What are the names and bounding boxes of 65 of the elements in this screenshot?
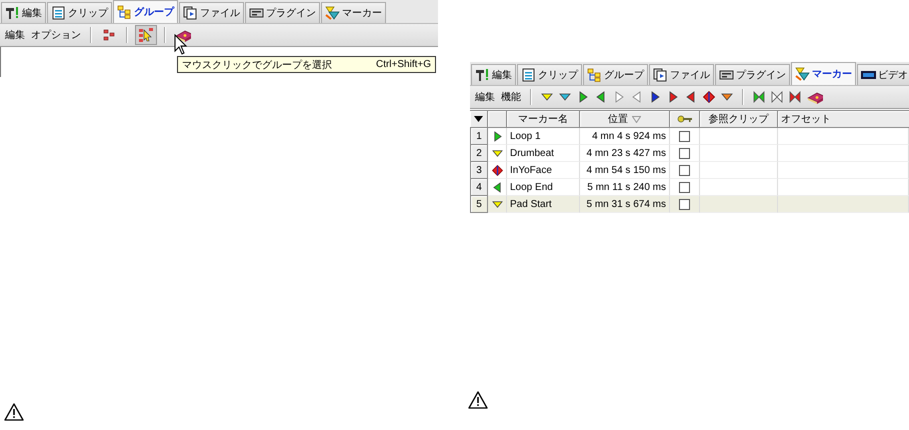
table-cell: Loop End xyxy=(507,179,580,196)
table-cell: Drumbeat xyxy=(507,145,580,162)
checkbox[interactable] xyxy=(679,182,690,192)
file-icon xyxy=(183,6,198,20)
tab[interactable]: 編集 xyxy=(1,2,46,23)
marker-icon xyxy=(795,67,810,81)
marker-icon xyxy=(325,6,340,20)
shortcut-text: Ctrl+Shift+G xyxy=(376,59,431,70)
hammer-icon xyxy=(475,68,490,82)
row-number[interactable]: 4 xyxy=(470,179,488,196)
cursor-icon xyxy=(174,34,188,56)
tab[interactable]: ファイル xyxy=(179,2,244,23)
sort-icon xyxy=(632,116,641,122)
tab[interactable]: 編集 xyxy=(471,64,516,85)
table-cell: InYoFace xyxy=(507,162,580,179)
table-cell: 4 mn 23 s 427 ms xyxy=(580,145,670,162)
row-number[interactable]: 1 xyxy=(470,128,488,145)
checkbox[interactable] xyxy=(679,164,690,176)
table-cell: 4 mn 54 s 150 ms xyxy=(580,162,670,179)
column-header[interactable] xyxy=(488,111,507,128)
column-header[interactable]: マーカー名 xyxy=(507,111,580,128)
table-cell: Loop 1 xyxy=(507,128,580,145)
tab[interactable]: マーカー xyxy=(321,2,386,23)
menu-item[interactable]: 機能 xyxy=(499,90,523,104)
tab[interactable]: プラグイン xyxy=(245,2,320,23)
row-number[interactable]: 5 xyxy=(470,196,488,213)
warning-icon xyxy=(4,403,24,421)
group-icon xyxy=(587,68,602,82)
group-icon xyxy=(117,5,132,19)
tab[interactable]: マーカー xyxy=(791,62,856,85)
row-number[interactable]: 2 xyxy=(470,145,488,162)
key-icon[interactable] xyxy=(676,115,692,123)
column-header[interactable]: オフセット xyxy=(778,111,909,128)
rack-icon xyxy=(249,6,264,20)
checkbox[interactable] xyxy=(679,130,690,142)
list-icon xyxy=(51,6,66,20)
tab[interactable]: ファイル xyxy=(649,64,714,85)
hammer-icon xyxy=(5,6,20,20)
column-header[interactable]: 参照クリップ xyxy=(700,111,778,128)
rack-icon xyxy=(719,68,734,82)
table-cell: 5 mn 11 s 240 ms xyxy=(580,179,670,196)
column-header[interactable]: 位置 xyxy=(608,112,628,126)
tab[interactable]: ビデオ xyxy=(857,64,909,85)
warning-icon xyxy=(468,391,488,409)
menu-item[interactable]: 編集 xyxy=(3,28,27,42)
group-select-icon[interactable] xyxy=(138,27,154,43)
dropdown-icon[interactable] xyxy=(474,116,483,122)
checkbox[interactable] xyxy=(679,198,690,210)
tab[interactable]: クリップ xyxy=(47,2,112,23)
table-cell: Pad Start xyxy=(507,196,580,213)
file-icon xyxy=(653,68,668,82)
film-icon xyxy=(861,68,876,82)
table-cell: 4 mn 4 s 924 ms xyxy=(580,128,670,145)
tab[interactable]: クリップ xyxy=(517,64,582,85)
list-icon xyxy=(521,68,536,82)
row-number[interactable]: 3 xyxy=(470,162,488,179)
tab[interactable]: グループ xyxy=(113,0,178,23)
group-tool-icon[interactable] xyxy=(101,27,117,43)
table-cell: 5 mn 31 s 674 ms xyxy=(580,196,670,213)
tab[interactable]: プラグイン xyxy=(715,64,790,85)
tooltip-text: マウスクリックでグループを選択 xyxy=(182,58,332,72)
tab[interactable]: グループ xyxy=(583,64,648,85)
checkbox[interactable] xyxy=(679,148,690,158)
menu-item[interactable]: 編集 xyxy=(473,90,497,104)
menu-item[interactable]: オプション xyxy=(29,28,83,42)
